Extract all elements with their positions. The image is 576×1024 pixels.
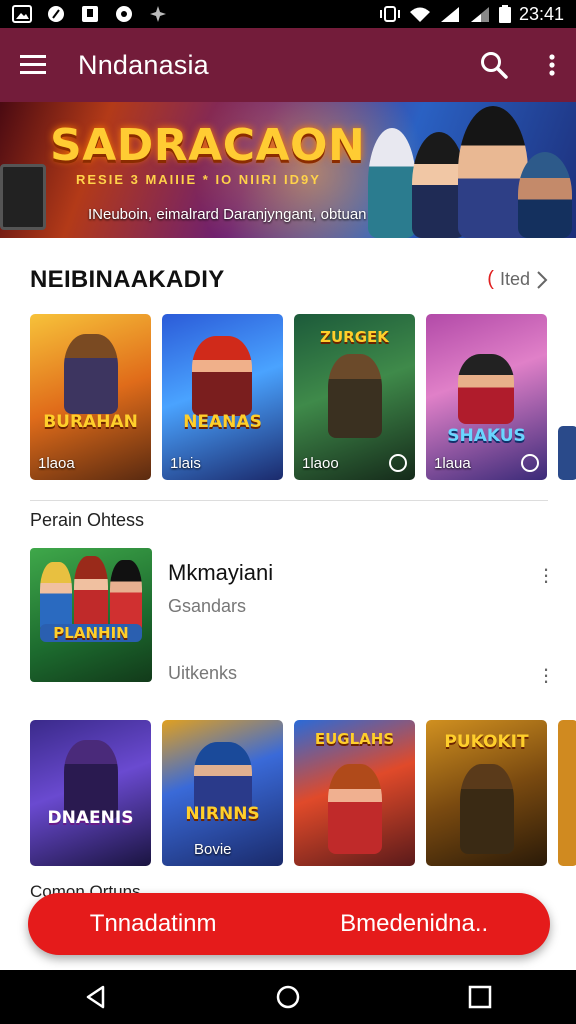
game-carousel: BURAHAN 1laoa NEANAS 1lais ZURGEK 1laoo … [30,314,576,480]
feature-name[interactable]: Mkmayiani [168,560,273,586]
game-card[interactable]: DNAENIS [30,720,151,866]
app-notification-icon [46,5,66,23]
game-card-title: BURAHAN [43,412,138,432]
back-icon[interactable] [83,984,109,1010]
clock: 23:41 [518,3,564,24]
overflow-menu-icon[interactable]: · · · [542,558,550,592]
feature-meta-secondary: Uitkenks [168,663,238,683]
overflow-menu-icon[interactable] [548,53,556,77]
cta-left-label[interactable]: Tnnadatinm [90,910,217,938]
game-card[interactable]: BURAHAN 1laoa [30,314,151,480]
sub-heading: Perain Ohtess [30,510,145,530]
wifi-icon [409,7,430,22]
game-card-title: EUGLAHS [314,730,395,748]
overflow-menu-icon[interactable]: · · · [542,658,550,692]
promo-banner[interactable]: SADRACAON RESIE 3 MAIIIE * IO NIIRI ID9Y… [0,102,576,238]
feature-thumbnail[interactable]: PLANHIN [30,548,152,682]
play-icon [521,454,539,472]
status-bar: 23:41 [0,0,576,28]
loading-icon: ( [487,268,494,290]
banner-caption: INeuboin, eimalrard Daranjyngant, obtuan [88,206,367,223]
game-card-title: SHAKUS [447,426,526,446]
banner-phone [0,164,46,230]
divider [30,500,548,501]
download-icon [80,5,100,23]
chevron-right-icon [537,270,548,289]
signal-2-icon [470,7,489,22]
play-icon [389,454,407,472]
see-all-link[interactable]: ( Ited [487,268,548,291]
game-card-caption: 1laoo [302,455,339,472]
game-card[interactable]: ZURGEK 1laoo [294,314,415,480]
signal-icon [440,7,459,22]
game-card-caption: 1laoa [38,455,75,472]
game-card-partial[interactable] [558,720,576,866]
game-card[interactable]: NEANAS 1lais [162,314,283,480]
app-bar: Nndanasia [0,28,576,102]
game-card-title: PUKOKIT [444,732,529,752]
game-card[interactable]: SHAKUS 1laua [426,314,547,480]
record-icon [114,5,134,23]
feature-thumb-title: PLANHIN [40,624,142,642]
game-card-title: DNAENIS [47,808,134,828]
banner-subtitle: RESIE 3 MAIIIE * IO NIIRI ID9Y [76,172,321,187]
game-card[interactable]: NIRNNS Bovie [162,720,283,866]
banner-character-1 [368,128,416,238]
game-card-title: ZURGEK [320,328,389,346]
recents-icon[interactable] [467,984,493,1010]
home-icon[interactable] [275,984,301,1010]
cta-right-label[interactable]: Bmedenidna.. [340,910,488,938]
game-card-title: NEANAS [183,412,262,432]
game-card-partial[interactable] [558,426,576,480]
see-all-label: Ited [499,269,530,289]
feature-meta: Gsandars [168,596,247,616]
cta-button[interactable]: Tnnadatinm Bmedenidna.. [28,893,550,955]
battery-icon [498,5,511,23]
system-nav-bar [0,970,576,1024]
banner-character-4 [518,152,572,238]
game-card-caption: 1laua [434,455,471,472]
game-card-caption: Bovie [194,841,232,858]
featured-section: NEIBINAAKADIY ( Ited BURAHAN 1laoa NEANA… [0,238,576,710]
banner-title: SADRACAON [50,120,366,171]
gallery-icon [12,5,32,23]
search-icon[interactable] [480,51,508,79]
game-card-caption: 1lais [170,455,201,472]
menu-icon[interactable] [20,54,48,76]
app-title: Nndanasia [78,49,209,80]
section-title: NEIBINAAKADIY [30,266,225,293]
vibrate-icon [379,6,400,22]
puzzle-icon [148,5,168,23]
game-card[interactable]: PUKOKIT [426,720,547,866]
game-card-title: NIRNNS [185,804,260,824]
game-card[interactable]: EUGLAHS [294,720,415,866]
game-carousel: DNAENIS NIRNNS Bovie EUGLAHS PUKOKIT [30,720,576,866]
